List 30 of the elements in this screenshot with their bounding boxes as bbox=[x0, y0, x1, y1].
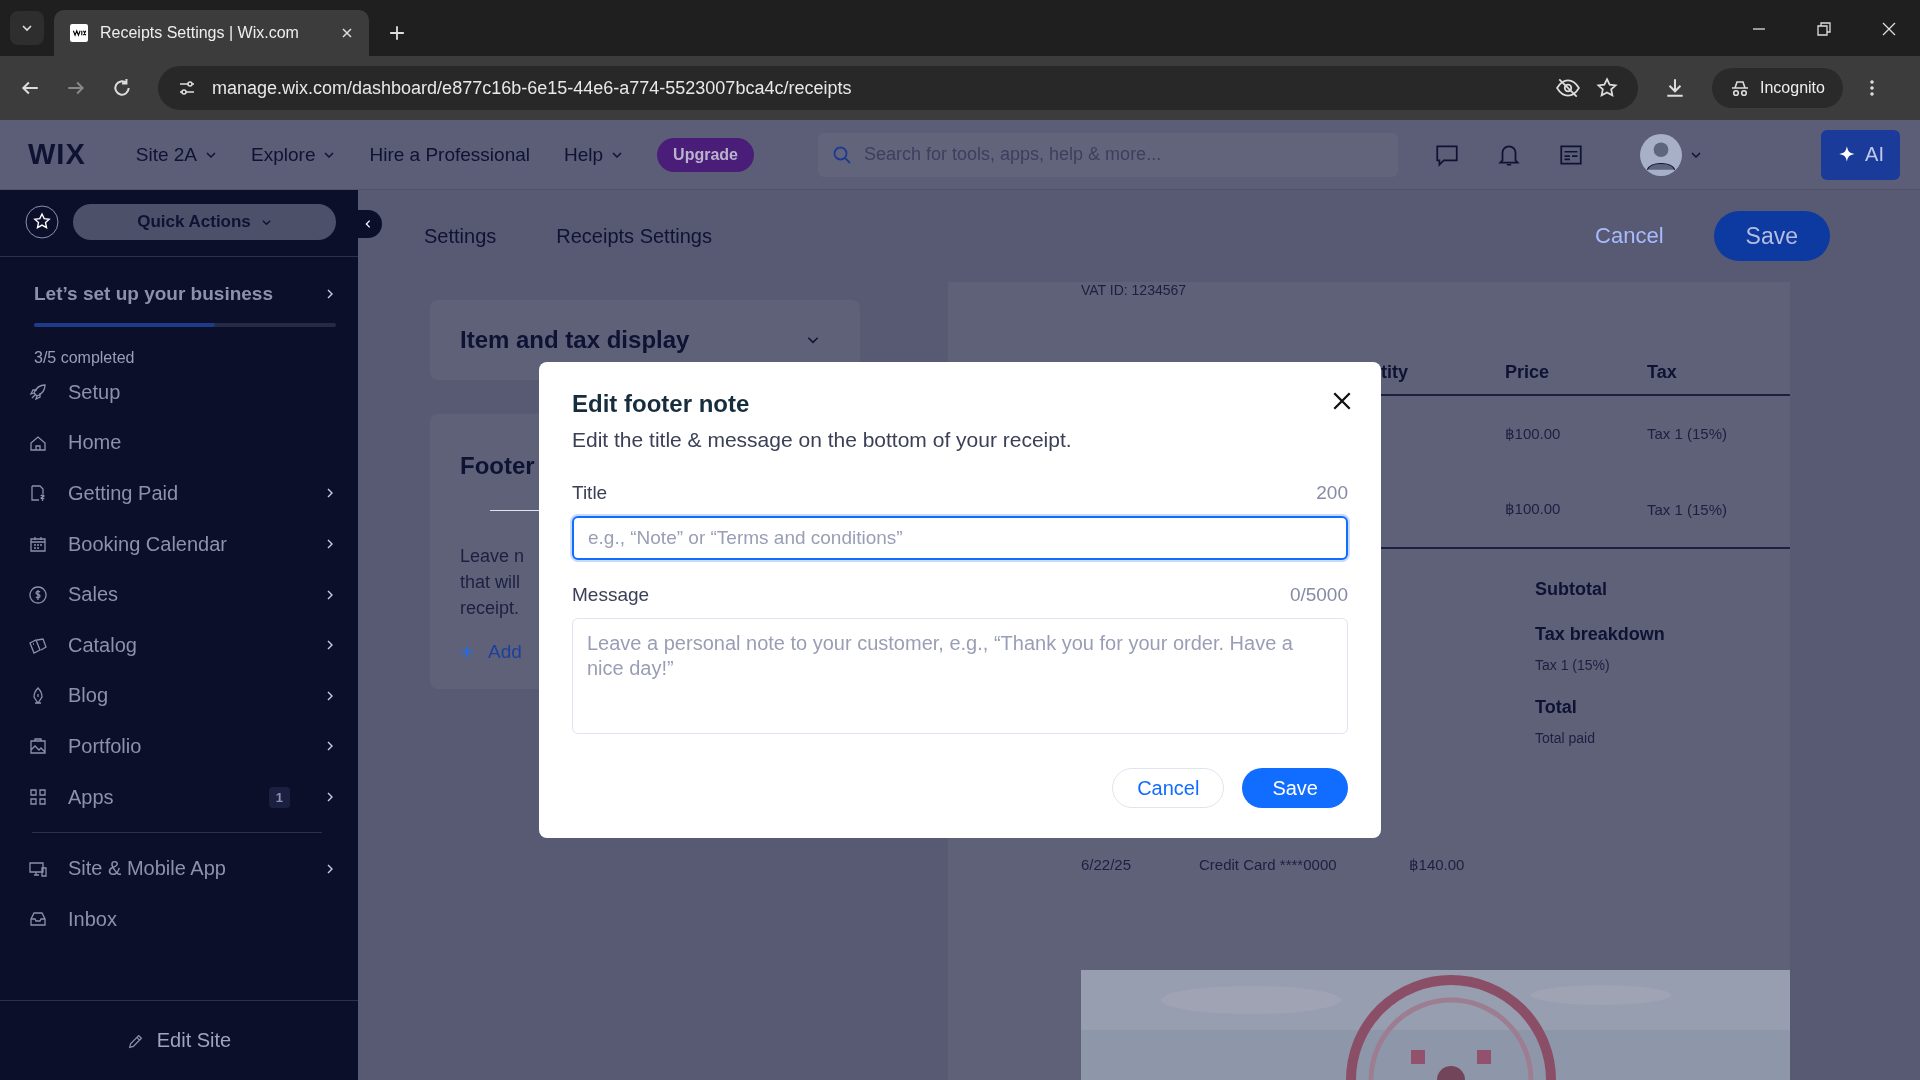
field-label: Title bbox=[572, 482, 608, 504]
tab-title: Receipts Settings | Wix.com bbox=[100, 24, 300, 42]
column-header: tity bbox=[1381, 362, 1409, 384]
card-text: that will bbox=[460, 571, 521, 594]
payment-cell-text: 6/22/25 bbox=[1081, 856, 1133, 874]
table-cell-text: Tax 1 (15%) bbox=[1647, 500, 1729, 518]
character-counter: 200 bbox=[1316, 482, 1348, 504]
summary-label: Tax breakdown bbox=[1535, 624, 1666, 645]
payment-cell-text: Credit Card ****0000 bbox=[1199, 856, 1338, 874]
table-cell-text: ฿100.00 bbox=[1505, 500, 1562, 519]
vat-text: VAT ID: 1234567 bbox=[1081, 282, 1188, 298]
summary-label: Total bbox=[1535, 697, 1578, 718]
table-cell-text: Tax 1 (15%) bbox=[1647, 425, 1729, 443]
column-header: Tax bbox=[1647, 362, 1678, 384]
url-text: manage.wix.com/dashboard/e877c16b-6e15-44e6-a774-5523007bca4c/receipts bbox=[212, 77, 852, 99]
dialog-subtitle: Edit the title & message on the bottom of your receipt. bbox=[572, 428, 1072, 452]
column-header: Price bbox=[1505, 362, 1551, 384]
card-title: Footer bbox=[460, 452, 536, 480]
table-cell-text: ฿100.00 bbox=[1505, 424, 1562, 443]
card-text: receipt. bbox=[460, 597, 520, 620]
summary-label: Subtotal bbox=[1535, 579, 1608, 600]
progress-text: 3/5 completed bbox=[34, 349, 136, 367]
summary-label: Total paid bbox=[1535, 730, 1596, 746]
dialog-title: Edit footer note bbox=[572, 390, 750, 418]
field-label: Message bbox=[572, 584, 650, 606]
card-text: Leave n bbox=[460, 545, 525, 568]
summary-label: Tax 1 (15%) bbox=[1535, 657, 1611, 673]
count-badge: 1 bbox=[268, 786, 290, 808]
payment-cell: ฿140.00 bbox=[1409, 856, 1465, 874]
character-counter: 0/5000 bbox=[1289, 584, 1348, 606]
